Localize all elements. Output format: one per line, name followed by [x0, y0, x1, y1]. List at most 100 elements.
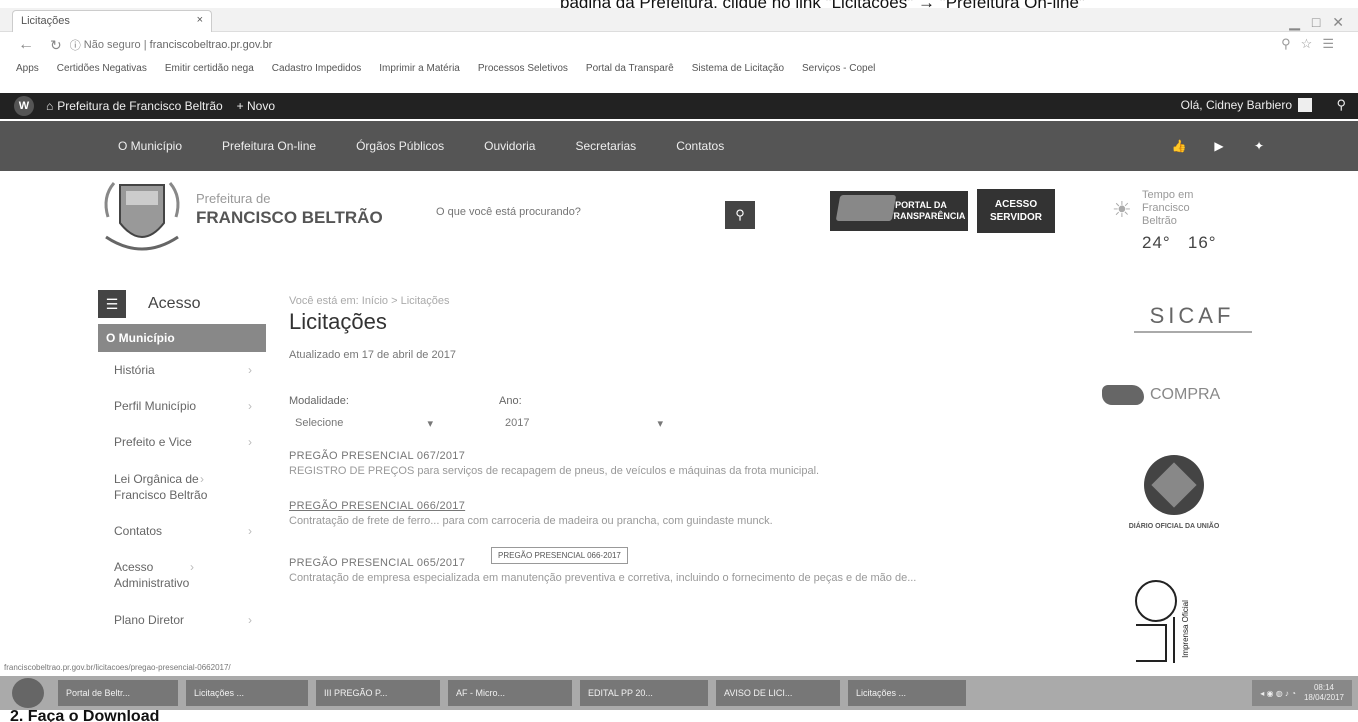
window-controls[interactable]: ▁ □ ✕ [1289, 14, 1348, 31]
sidebar: ☰ Acesso O Município História Perfil Mun… [98, 286, 266, 638]
nav-item-municipio[interactable]: O Município [118, 139, 182, 153]
modalidade-label: Modalidade: [289, 395, 349, 407]
taskbar-item[interactable]: III PREGÃO P... [316, 680, 440, 706]
bid-title[interactable]: PREGÃO PRESENCIAL 067/2017 [289, 450, 1049, 462]
bid-desc: Contratação de frete de ferro... para co… [289, 515, 773, 528]
bookmark-item[interactable]: Serviços - Copel [802, 63, 875, 74]
nav-item-orgaos-publicos[interactable]: Órgãos Públicos [356, 139, 444, 153]
list-item[interactable]: PREGÃO PRESENCIAL 067/2017 REGISTRO DE P… [289, 450, 1049, 478]
ano-select[interactable]: 2017 ▾ [499, 413, 669, 434]
sidebar-item-perfil[interactable]: Perfil Município [98, 388, 266, 424]
brazil-seal-icon [1144, 455, 1204, 515]
chevron-down-icon: ▾ [427, 418, 433, 430]
bookmark-item[interactable]: Imprimir a Matéria [379, 63, 460, 74]
search-button[interactable]: ⚲ [725, 201, 755, 229]
modalidade-value: Selecione [295, 417, 344, 429]
reload-icon[interactable]: ↻ [50, 37, 62, 54]
temp-min: 16° [1187, 232, 1217, 252]
link-tooltip: PREGÃO PRESENCIAL 066-2017 [491, 547, 628, 564]
bookmark-item[interactable]: Processos Seletivos [478, 63, 568, 74]
back-icon[interactable]: ← [18, 36, 34, 54]
bookmark-item[interactable]: Certidões Negativas [57, 63, 147, 74]
taskbar-item[interactable]: EDITAL PP 20... [580, 680, 708, 706]
acesso-servidor-button[interactable]: ACESSO SERVIDOR [977, 189, 1055, 233]
bid-title[interactable]: PREGÃO PRESENCIAL 066/2017 [289, 500, 1049, 512]
bird-icon[interactable]: ✦ [1246, 133, 1272, 159]
bookmark-item[interactable]: Cadastro Impedidos [272, 63, 362, 74]
search-icon: ⚲ [735, 207, 745, 222]
toolbar-icons[interactable]: ⚲☆☰ [1281, 36, 1344, 52]
info-icon[interactable]: ⓘ [70, 37, 84, 53]
bookmark-item[interactable]: Portal da Transparê [586, 63, 674, 74]
ano-value: 2017 [505, 417, 530, 429]
like-icon[interactable]: 👍 [1166, 133, 1192, 159]
main-content: Você está em: Início > Licitações Licita… [289, 295, 1049, 585]
sidebar-item-municipio[interactable]: O Município [98, 324, 266, 352]
clock[interactable]: 08:14 18/04/2017 [1304, 683, 1344, 702]
breadcrumb: Você está em: Início > Licitações [289, 295, 450, 307]
comprasnet-logo[interactable]: COMPRA [1102, 385, 1220, 405]
play-icon[interactable]: ▶ [1206, 133, 1232, 159]
browser-tab[interactable]: Licitações × [12, 10, 212, 32]
site-name-link[interactable]: Prefeitura de Francisco Beltrão [57, 99, 222, 113]
coat-of-arms-icon[interactable] [100, 177, 184, 257]
new-button[interactable]: + Novo [237, 99, 275, 113]
brand-line-2: FRANCISCO BELTRÃO [196, 208, 383, 227]
clock-time: 08:14 [1313, 683, 1334, 693]
start-button[interactable] [12, 678, 44, 708]
search-icon[interactable]: ⚲ [1336, 97, 1346, 113]
wp-admin-bar: W ⌂ Prefeitura de Francisco Beltrão + No… [0, 93, 1358, 119]
close-icon[interactable]: × [197, 14, 203, 26]
sidebar-item-lei-organica[interactable]: Lei Orgânica de Francisco Beltrão [98, 461, 218, 513]
diario-oficial-logo[interactable]: DIÁRIO OFICIAL DA UNIÃO [1124, 455, 1224, 530]
portal-transparencia-button[interactable]: PORTAL DA TRANSPARÊNCIA [830, 191, 968, 231]
taskbar: Portal de Beltr... Licitações ... III PR… [0, 676, 1358, 710]
sicaf-logo[interactable]: SICAF [1128, 303, 1256, 343]
nav-item-contatos[interactable]: Contatos [676, 139, 724, 153]
sidebar-item-acesso-admin[interactable]: Acesso Administrativo [98, 549, 208, 601]
temp-max: 24° [1142, 232, 1171, 252]
home-icon[interactable]: ⌂ [46, 99, 53, 113]
page-title: Licitações [289, 309, 387, 334]
site-header: Prefeitura de FRANCISCO BELTRÃO ⚲ PORTAL… [0, 173, 1358, 263]
sidebar-item-historia[interactable]: História [98, 352, 266, 388]
nav-item-ouvidoria[interactable]: Ouvidoria [484, 139, 535, 153]
avatar [1298, 98, 1312, 112]
bookmark-item[interactable]: Sistema de Licitação [692, 63, 784, 74]
menu-icon[interactable]: ☰ [98, 290, 126, 318]
sidebar-item-prefeito[interactable]: Prefeito e Vice [98, 424, 266, 460]
secure-label: Não seguro [83, 39, 141, 51]
url-field[interactable]: franciscobeltrao.pr.gov.br [150, 39, 273, 51]
bookmark-item[interactable]: Apps [16, 63, 39, 74]
user-greeting[interactable]: Olá, Cidney Barbiero [1181, 98, 1312, 112]
taskbar-item[interactable]: Licitações ... [186, 680, 308, 706]
status-bar-url: franciscobeltrao.pr.gov.br/licitacoes/pr… [4, 663, 231, 672]
search-input[interactable] [430, 201, 710, 223]
system-tray: ◂ ◉ ◍ ♪ ◔ 08:14 18/04/2017 [1252, 680, 1352, 706]
updated-date: Atualizado em 17 de abril de 2017 [289, 349, 456, 361]
taskbar-item[interactable]: AF - Micro... [448, 680, 572, 706]
list-item[interactable]: PREGÃO PRESENCIAL 066/2017 Contratação d… [289, 500, 1049, 528]
laptop-icon [835, 195, 897, 221]
imprensa-oficial-logo[interactable]: Imprensa Oficial [1120, 577, 1200, 667]
taskbar-item[interactable]: Licitações ... [848, 680, 966, 706]
list-item[interactable]: PREGÃO PRESENCIAL 065/2017 Contratação d… [289, 557, 1049, 585]
sidebar-item-contatos[interactable]: Contatos [98, 513, 266, 549]
sidebar-header: ☰ Acesso [98, 286, 266, 322]
taskbar-item[interactable]: Portal de Beltr... [58, 680, 178, 706]
brand-name[interactable]: Prefeitura de FRANCISCO BELTRÃO [196, 191, 383, 228]
bid-title[interactable]: PREGÃO PRESENCIAL 065/2017 [289, 557, 1049, 569]
compra-icon [1102, 385, 1144, 405]
tray-icons[interactable]: ◂ ◉ ◍ ♪ ◔ [1260, 689, 1296, 698]
greeting-text: Olá, Cidney Barbiero [1180, 98, 1292, 112]
modalidade-select[interactable]: Selecione ▾ [289, 413, 439, 434]
nav-item-secretarias[interactable]: Secretarias [575, 139, 636, 153]
sidebar-item-plano-diretor[interactable]: Plano Diretor [98, 602, 266, 638]
nav-item-prefeitura-online[interactable]: Prefeitura On-line [222, 139, 316, 153]
compra-label: COMPRA [1150, 386, 1221, 403]
bid-desc: Contratação de empresa especializada em … [289, 571, 917, 584]
wordpress-icon[interactable]: W [14, 96, 34, 116]
bookmark-item[interactable]: Emitir certidão nega [165, 63, 254, 74]
taskbar-item[interactable]: AVISO DE LICI... [716, 680, 840, 706]
portal-label: PORTAL DA TRANSPARÊNCIA [888, 200, 966, 221]
